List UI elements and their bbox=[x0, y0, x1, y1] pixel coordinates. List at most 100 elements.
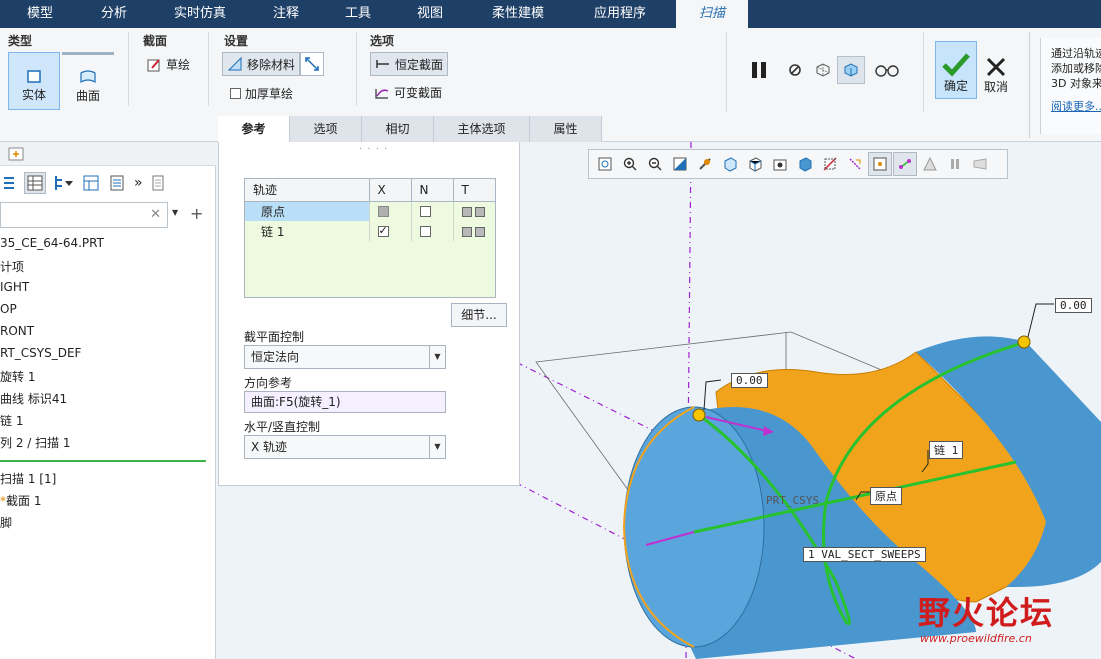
new-tab-icon[interactable] bbox=[8, 146, 24, 162]
ok-button[interactable]: 确定 bbox=[935, 41, 977, 99]
dimension-right[interactable]: 0.00 bbox=[1055, 298, 1092, 313]
spin-center-icon[interactable] bbox=[693, 152, 717, 176]
t-box[interactable] bbox=[461, 226, 472, 237]
col-t: T bbox=[453, 179, 495, 202]
row-t-cell[interactable] bbox=[453, 221, 495, 241]
hv-control-value: X 轨迹 bbox=[251, 440, 288, 454]
t-box[interactable] bbox=[461, 206, 472, 217]
row-t-cell[interactable] bbox=[453, 201, 495, 221]
tab-tools[interactable]: 工具 bbox=[330, 0, 386, 28]
watermark-text: 野火论坛 bbox=[918, 594, 1055, 632]
cancel-button[interactable]: 取消 bbox=[979, 41, 1013, 99]
details-button[interactable]: 细节... bbox=[451, 303, 507, 327]
tree-item-part[interactable]: 35_CE_64-64.PRT bbox=[0, 236, 104, 250]
table-row[interactable]: 链 1 bbox=[245, 221, 495, 241]
tab-realtime-sim[interactable]: 实时仿真 bbox=[164, 0, 236, 28]
tree-item-front[interactable]: RONT bbox=[0, 324, 34, 338]
surface-label: 曲面 bbox=[75, 89, 100, 103]
x-checkbox[interactable] bbox=[377, 206, 389, 218]
filter-icon[interactable] bbox=[54, 174, 74, 192]
row-x-cell[interactable] bbox=[369, 201, 412, 221]
tree-item-section[interactable]: *截面 1 bbox=[0, 492, 41, 509]
constant-section-button[interactable]: 恒定截面 bbox=[370, 52, 449, 76]
table-view-icon[interactable] bbox=[24, 172, 46, 194]
csys-display-icon[interactable] bbox=[893, 152, 917, 176]
document-icon[interactable] bbox=[151, 175, 165, 191]
preview-button[interactable] bbox=[809, 56, 837, 84]
tree-item-pattern-sweep[interactable]: 列 2 / 扫描 1 bbox=[0, 434, 71, 451]
tab-applications[interactable]: 应用程序 bbox=[584, 0, 656, 28]
tab-sweep[interactable]: 扫描 bbox=[676, 0, 748, 28]
repaint-icon[interactable] bbox=[668, 152, 692, 176]
display-style-icon[interactable] bbox=[793, 152, 817, 176]
view-manager-icon[interactable] bbox=[768, 152, 792, 176]
clear-search-icon[interactable]: ✕ bbox=[150, 207, 161, 222]
tab-body-options[interactable]: 主体选项 bbox=[434, 116, 530, 142]
row-n-cell[interactable] bbox=[411, 221, 454, 241]
tree-item-right[interactable]: IGHT bbox=[0, 280, 29, 294]
perspective-icon[interactable] bbox=[968, 152, 992, 176]
tab-tangency[interactable]: 相切 bbox=[362, 116, 434, 142]
read-more-link[interactable]: 阅读更多... bbox=[1051, 100, 1101, 113]
orient-icon[interactable] bbox=[718, 152, 742, 176]
zoom-in-icon[interactable] bbox=[618, 152, 642, 176]
n-checkbox[interactable] bbox=[419, 226, 431, 237]
no-preview-button[interactable] bbox=[781, 56, 809, 84]
variable-section-button[interactable]: 可变截面 bbox=[374, 84, 442, 101]
thicken-sketch-checkbox[interactable]: 加厚草绘 bbox=[230, 85, 293, 102]
tab-references[interactable]: 参考 bbox=[218, 116, 290, 142]
verify-preview-button[interactable] bbox=[837, 56, 865, 84]
pause-button[interactable] bbox=[745, 56, 773, 84]
point-display-icon[interactable] bbox=[868, 152, 892, 176]
surface-button[interactable]: 曲面 bbox=[62, 52, 114, 110]
list-view-icon[interactable] bbox=[2, 175, 16, 191]
tree-item-top[interactable]: OP bbox=[0, 302, 17, 316]
tree-item-curve[interactable]: 曲线 标识41 bbox=[0, 390, 67, 407]
axis-display-icon[interactable] bbox=[843, 152, 867, 176]
tree-item-chain[interactable]: 链 1 bbox=[0, 412, 23, 429]
more-chevron-icon[interactable]: » bbox=[134, 175, 143, 191]
plane-display-icon[interactable] bbox=[818, 152, 842, 176]
tab-properties[interactable]: 属性 bbox=[530, 116, 602, 142]
tree-item-footer[interactable]: 脚 bbox=[0, 514, 12, 531]
tree-item-csys[interactable]: RT_CSYS_DEF bbox=[0, 346, 81, 360]
separator bbox=[726, 32, 727, 112]
sketch-button[interactable]: 草绘 bbox=[146, 56, 190, 73]
saved-views-icon[interactable] bbox=[743, 152, 767, 176]
model-tree-search-input[interactable]: ✕ bbox=[0, 202, 168, 228]
settings-tree-icon[interactable] bbox=[82, 174, 100, 192]
layer-icon[interactable] bbox=[108, 174, 126, 192]
remove-material-button[interactable]: 移除材料 bbox=[222, 52, 301, 76]
dimension-left[interactable]: 0.00 bbox=[731, 373, 768, 388]
row-x-cell[interactable] bbox=[369, 221, 412, 241]
annotation-display-icon[interactable] bbox=[918, 152, 942, 176]
tab-analysis[interactable]: 分析 bbox=[86, 0, 142, 28]
zoom-out-icon[interactable] bbox=[643, 152, 667, 176]
flip-material-button[interactable] bbox=[300, 52, 324, 76]
n-checkbox[interactable] bbox=[419, 206, 431, 218]
tree-item-revolve[interactable]: 旋转 1 bbox=[0, 368, 35, 385]
refit-icon[interactable] bbox=[593, 152, 617, 176]
tab-flexible-modeling[interactable]: 柔性建模 bbox=[482, 0, 554, 28]
solid-button[interactable]: 实体 bbox=[8, 52, 60, 110]
tab-annotate[interactable]: 注释 bbox=[258, 0, 314, 28]
pause-view-icon[interactable] bbox=[943, 152, 967, 176]
tab-model[interactable]: 模型 bbox=[12, 0, 68, 28]
chevron-down-icon[interactable]: ▼ bbox=[172, 208, 178, 217]
x-checkbox[interactable] bbox=[377, 224, 389, 237]
no-preview-icon bbox=[787, 62, 803, 78]
table-row[interactable]: 原点 bbox=[245, 201, 495, 221]
t-box[interactable] bbox=[474, 226, 485, 237]
section-control-select[interactable]: 恒定法向 ▼ bbox=[244, 345, 446, 369]
direction-ref-field[interactable]: 曲面:F5(旋转_1) bbox=[244, 391, 446, 413]
row-n-cell[interactable] bbox=[411, 201, 454, 221]
glasses-button[interactable] bbox=[872, 56, 902, 84]
tab-view[interactable]: 视图 bbox=[402, 0, 458, 28]
add-icon[interactable]: + bbox=[190, 204, 203, 223]
t-box[interactable] bbox=[474, 206, 485, 217]
panel-grip[interactable]: · · · · bbox=[359, 144, 388, 155]
hv-control-select[interactable]: X 轨迹 ▼ bbox=[244, 435, 446, 459]
tree-item-sweep[interactable]: 扫描 1 [1] bbox=[0, 470, 56, 487]
tree-item-design-items[interactable]: 计项 bbox=[0, 258, 24, 275]
tab-options[interactable]: 选项 bbox=[290, 116, 362, 142]
